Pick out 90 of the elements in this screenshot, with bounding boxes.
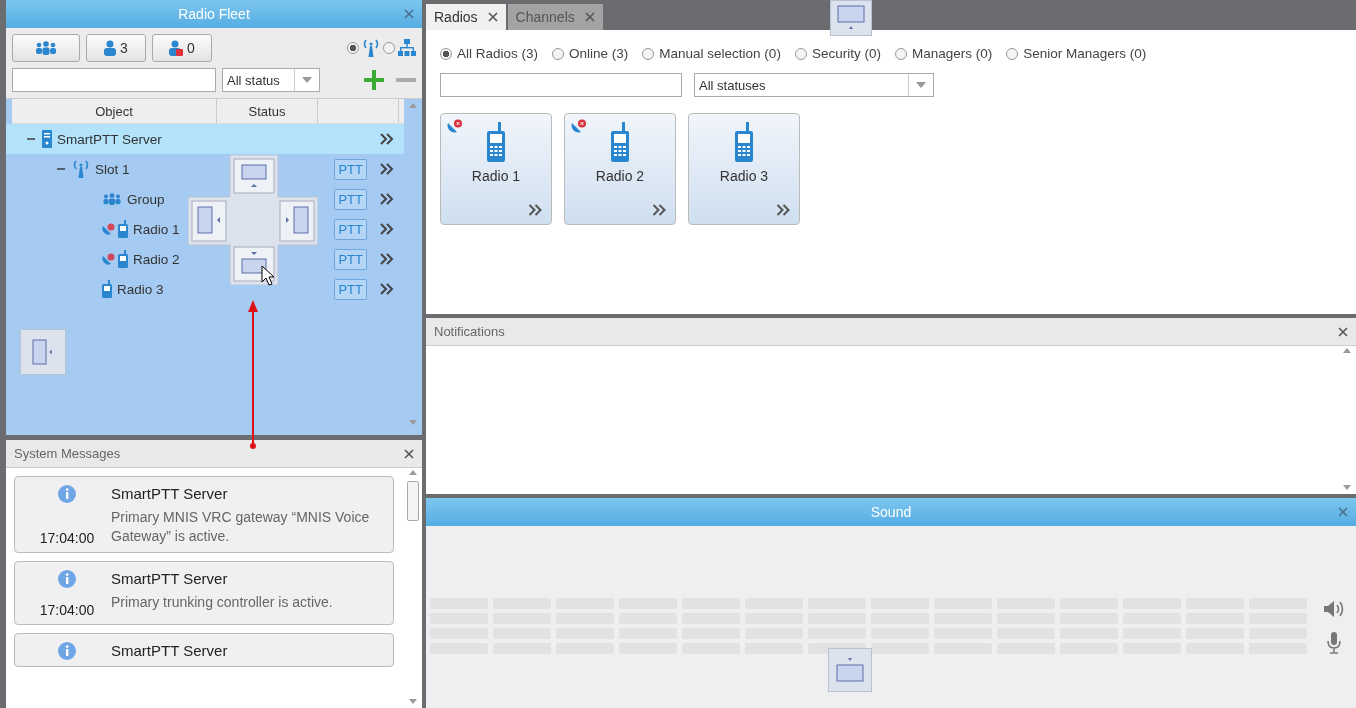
more-icon[interactable]: [380, 193, 394, 205]
mouse-pointer-icon: [261, 265, 275, 287]
radio-icon: [735, 122, 753, 162]
column-header[interactable]: Status: [217, 99, 318, 123]
status-dropdown[interactable]: All status: [222, 68, 320, 92]
tab[interactable]: Radios: [426, 4, 506, 30]
tree-label: Radio 2: [133, 251, 180, 267]
more-icon[interactable]: [380, 133, 394, 145]
microphone-icon[interactable]: [1327, 632, 1341, 654]
close-icon[interactable]: [404, 448, 414, 459]
message-text: Primary MNIS VRC gateway “MNIS Voice Gateway” is active.: [111, 508, 371, 546]
tree-label: Radio 1: [133, 221, 180, 237]
scroll-up-icon[interactable]: [1343, 348, 1351, 353]
user-offline-icon: [169, 40, 184, 56]
speaker-icon[interactable]: [1324, 600, 1344, 618]
dock-guide-icon[interactable]: [828, 648, 872, 692]
filter-option[interactable]: Online (3): [552, 46, 629, 61]
filter-button[interactable]: 3: [86, 34, 146, 62]
dock-guide-drawing[interactable]: [188, 155, 318, 285]
status-dropdown[interactable]: All statuses: [694, 73, 934, 97]
more-icon[interactable]: [380, 223, 394, 235]
panel-title: Sound: [870, 504, 912, 520]
filter-option[interactable]: All Radios (3): [440, 46, 539, 61]
radio-card[interactable]: Radio 3: [688, 113, 800, 225]
user-icon: [104, 40, 117, 56]
group-icon: [35, 41, 57, 55]
radio-icon: [611, 122, 629, 162]
radio-name: Radio 1: [471, 168, 521, 184]
antenna-icon: [362, 39, 380, 57]
tree-label: SmartPTT Server: [57, 131, 162, 147]
radio-button[interactable]: [347, 42, 359, 54]
scroll-down-icon[interactable]: [1343, 485, 1351, 490]
radio-name: Radio 2: [595, 168, 645, 184]
tree-label: Radio 3: [117, 281, 164, 297]
scroll-down-icon[interactable]: [409, 420, 417, 425]
message-source: SmartPTT Server: [111, 641, 229, 659]
radio-icon: [487, 122, 505, 162]
info-icon: [58, 641, 76, 660]
message-source: SmartPTT Server: [111, 485, 229, 502]
antenna-icon: [72, 160, 90, 178]
radio-card[interactable]: Radio 2: [564, 113, 676, 225]
radio-name: Radio 3: [719, 168, 769, 184]
scroll-up-icon[interactable]: [409, 103, 417, 108]
tree-label: Slot 1: [95, 161, 130, 177]
close-icon[interactable]: [584, 12, 595, 22]
scrollbar-thumb[interactable]: [407, 481, 419, 521]
scroll-up-icon[interactable]: [409, 470, 417, 475]
remove-icon[interactable]: [396, 77, 416, 83]
dock-guide-icon[interactable]: [830, 0, 872, 36]
radio-icon: [118, 220, 128, 238]
message-text: Primary trunking controller is active.: [111, 592, 334, 612]
info-icon: [58, 569, 76, 588]
message-time: 17:04:00: [39, 529, 95, 546]
panel-title: System Messages: [14, 446, 121, 461]
close-icon[interactable]: [487, 12, 498, 22]
more-icon[interactable]: [652, 204, 667, 216]
more-icon[interactable]: [380, 283, 394, 295]
filter-option[interactable]: Manual selection (0): [642, 46, 781, 61]
tree-row[interactable]: SmartPTT Server: [6, 124, 404, 154]
caret-icon: [302, 77, 312, 83]
server-icon: [42, 130, 52, 148]
search-field[interactable]: [12, 68, 216, 92]
filter-option[interactable]: Managers (0): [894, 46, 993, 61]
dock-guide-icon[interactable]: [20, 329, 66, 375]
info-icon: [58, 485, 76, 503]
hierarchy-icon: [398, 39, 416, 57]
column-header[interactable]: Object: [12, 99, 217, 123]
search-field[interactable]: [440, 73, 682, 97]
more-icon[interactable]: [380, 163, 394, 175]
add-icon[interactable]: [364, 70, 384, 90]
panel-title: Radio Fleet: [178, 6, 250, 22]
radio-card[interactable]: Radio 1: [440, 113, 552, 225]
group-icon: [102, 193, 122, 205]
close-icon[interactable]: [1338, 326, 1348, 337]
scroll-down-icon[interactable]: [409, 699, 417, 704]
more-icon[interactable]: [776, 204, 791, 216]
filter-option[interactable]: Security (0): [794, 46, 881, 61]
filter-button[interactable]: 0: [152, 34, 212, 62]
caret-icon: [916, 82, 926, 88]
radio-icon: [118, 250, 128, 268]
tree-label: Group: [127, 191, 165, 207]
message-time: 17:04:00: [39, 601, 95, 618]
more-icon[interactable]: [528, 204, 543, 216]
panel-title: Notifications: [434, 324, 505, 339]
more-icon[interactable]: [380, 253, 394, 265]
radio-icon: [102, 280, 112, 298]
radio-button[interactable]: [383, 42, 395, 54]
filter-button[interactable]: [12, 34, 80, 62]
filter-option[interactable]: Senior Managers (0): [1006, 46, 1147, 61]
message-source: SmartPTT Server: [111, 569, 229, 587]
